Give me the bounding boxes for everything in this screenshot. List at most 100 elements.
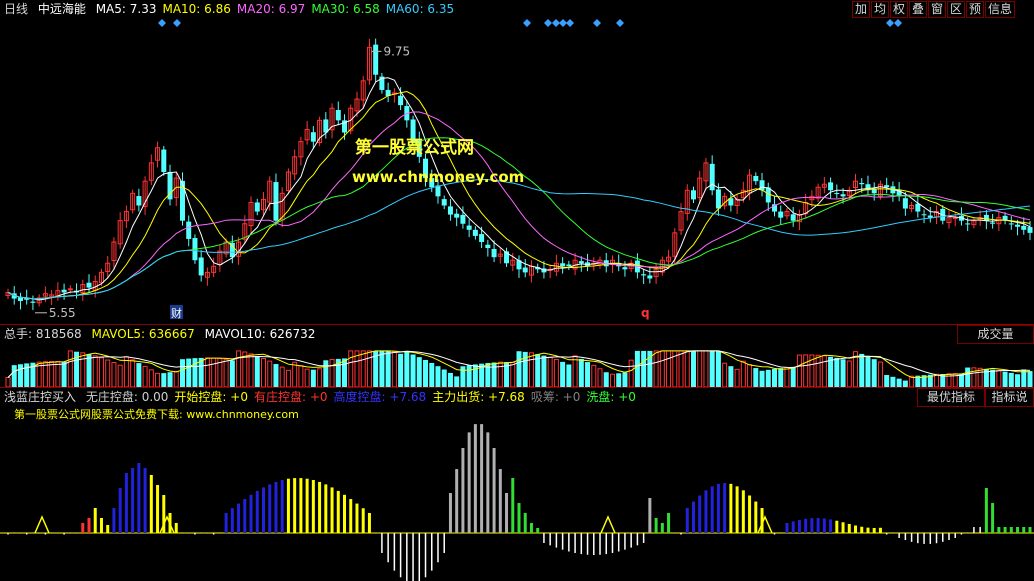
volume-bar-up	[684, 350, 690, 387]
mavol10-label: MAVOL10: 626732	[204, 327, 316, 341]
indicator-subtitle: 第一股票公式网股票公式免费下载: www.chnmoney.com	[14, 408, 299, 421]
candle-down	[859, 182, 865, 185]
volume-bar-up	[678, 350, 684, 387]
indicator-header: 浅蓝庄控买入 无庄控盘: 0.00 开始控盘: +0 有庄控盘: +0 高度控盘: +…	[4, 388, 648, 406]
volume-bar-up	[105, 359, 111, 387]
volume-bar-up	[934, 373, 940, 387]
volume-bar-up	[572, 355, 578, 387]
volume-bar-up	[977, 367, 983, 387]
best-indicator-button[interactable]: 最优指标	[917, 388, 985, 407]
volume-bar-up	[803, 354, 809, 387]
volume-bar-up	[92, 355, 98, 387]
volume-bar-down	[404, 350, 410, 387]
volume-bar-up	[547, 356, 553, 387]
candle-down	[753, 175, 759, 182]
volume-bar-up	[653, 350, 659, 387]
indicator-legend-item: 主力出货: +7.68	[432, 390, 525, 404]
toolbar-button[interactable]: 叠	[909, 1, 927, 18]
volume-header: 总手: 818568 MAVOL5: 636667 MAVOL10: 62673…	[4, 325, 321, 343]
volume-bar-down	[466, 365, 472, 387]
candle-down	[161, 149, 167, 173]
candle-down	[491, 248, 497, 258]
volume-bar-up	[366, 350, 372, 387]
volume-bar-down	[472, 364, 478, 387]
toolbar-button[interactable]: 加	[852, 1, 870, 18]
candle-down	[790, 214, 796, 221]
volume-bar-down	[790, 366, 796, 387]
candle-down	[485, 244, 491, 249]
candle-down	[1015, 224, 1021, 227]
candle-down	[472, 229, 478, 236]
mavol5-label: MAVOL5: 636667	[91, 327, 195, 341]
candle-down	[479, 234, 485, 242]
volume-bar-up	[815, 354, 821, 387]
volume-bar-down	[616, 373, 622, 387]
volume-bar-up	[123, 356, 129, 387]
volume-bar-down	[1008, 372, 1014, 387]
volume-bar-up	[130, 359, 136, 387]
candle-down	[622, 267, 628, 270]
candle-down	[198, 257, 204, 276]
candle-down	[466, 225, 472, 230]
toolbar-button[interactable]: 区	[947, 1, 965, 18]
volume-bar-down	[86, 354, 92, 387]
volume-bar-down	[379, 350, 385, 387]
ma-label: MA20: 6.97	[236, 2, 306, 16]
marker-cai: 财	[171, 306, 182, 320]
volume-bar-up	[285, 369, 291, 387]
toolbar-button[interactable]: 窗	[928, 1, 946, 18]
volume-bar-down	[728, 366, 734, 387]
volume-bar-up	[703, 350, 709, 387]
volume-bar-up	[292, 361, 298, 387]
candle-down	[273, 182, 279, 221]
period-label[interactable]: 日线	[4, 2, 28, 16]
candle-down	[828, 182, 834, 191]
volume-bar-down	[859, 353, 865, 387]
volume-bar-up	[877, 361, 883, 387]
volume-bar-up	[597, 368, 603, 387]
volume-bar-down	[254, 356, 260, 387]
volume-bar-up	[111, 362, 117, 387]
toolbar-button[interactable]: 预	[966, 1, 984, 18]
indicator-legend-item: 无庄控盘: 0.00	[85, 390, 169, 404]
candle-down	[447, 206, 453, 215]
candle-down	[136, 196, 142, 206]
volume-bar-up	[55, 360, 61, 387]
volume-bar-up	[747, 364, 753, 387]
candle-down	[522, 267, 528, 273]
volume-bar-up	[80, 352, 86, 387]
volume-bar-up	[223, 358, 229, 387]
volume-bar-down	[1027, 371, 1033, 387]
volume-bar-up	[722, 362, 728, 387]
volume-bar-down	[634, 350, 640, 387]
candle-down	[759, 180, 765, 191]
signal-diamond	[616, 19, 624, 27]
toolbar-button[interactable]: 信息	[985, 1, 1015, 18]
candle-down	[840, 194, 846, 197]
candle-down	[1021, 225, 1027, 230]
volume-chart	[5, 350, 1033, 387]
volume-bar-down	[435, 366, 441, 387]
indicator-title[interactable]: 浅蓝庄控买入	[4, 390, 76, 404]
volume-bar-down	[896, 378, 902, 387]
toolbar-button[interactable]: 权	[890, 1, 908, 18]
volume-bar-down	[192, 358, 198, 387]
volume-bar-down	[1002, 371, 1008, 387]
candle-down	[566, 264, 572, 267]
toolbar-button[interactable]: 均	[871, 1, 889, 18]
candle-down	[690, 190, 696, 200]
indicator-help-button[interactable]: 指标说明	[985, 388, 1034, 407]
candle-down	[61, 289, 67, 293]
volume-bar-up	[996, 370, 1002, 387]
volume-bar-up	[348, 350, 354, 387]
low-label: 5.55	[49, 306, 76, 320]
volume-bar-down	[578, 358, 584, 387]
high-label: 9.75	[383, 44, 410, 58]
volume-bar-down	[179, 359, 185, 387]
volume-bar-up	[204, 357, 210, 387]
volume-bar-down	[965, 367, 971, 387]
candle-down	[578, 261, 584, 264]
volume-bar-up	[784, 366, 790, 387]
volume-bar-down	[11, 365, 17, 387]
volume-button[interactable]: 成交量	[957, 325, 1034, 344]
